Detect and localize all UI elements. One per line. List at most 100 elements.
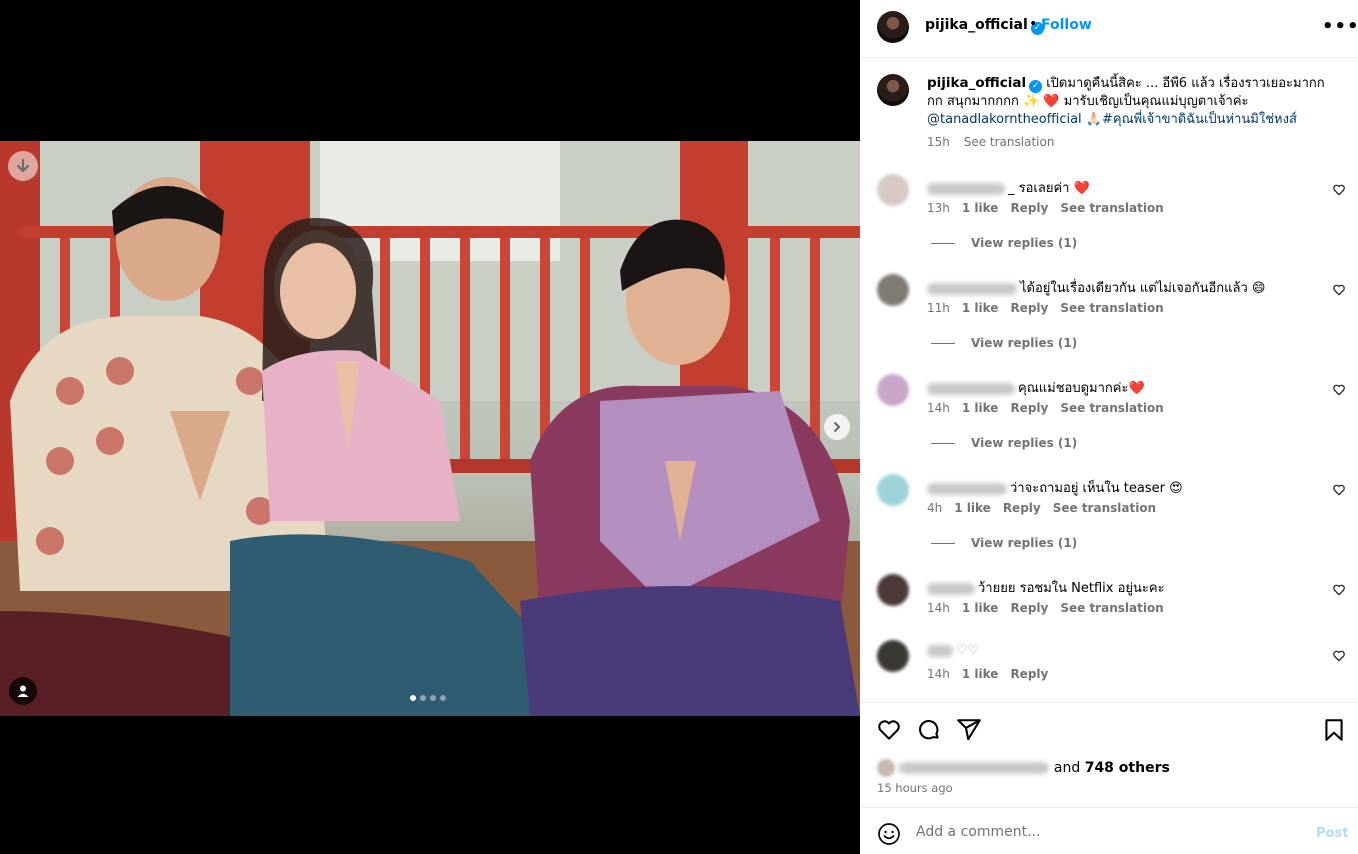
comment-likes[interactable]: 1 like: [962, 401, 999, 415]
commenter-username-blurred[interactable]: [927, 282, 1017, 295]
comment-likes[interactable]: 1 like: [962, 667, 999, 681]
author-username[interactable]: pijika_official ✓: [925, 17, 1044, 35]
share-paper-plane-icon[interactable]: [956, 717, 982, 743]
comment-meta: 14h 1 like Reply See translation: [927, 601, 1176, 615]
see-translation-button[interactable]: See translation: [1060, 601, 1163, 615]
comment-like-heart-icon[interactable]: [1332, 483, 1346, 497]
add-comment-bar: Post: [860, 807, 1358, 854]
tagged-users-button[interactable]: [9, 677, 37, 705]
view-replies-button[interactable]: View replies (1): [931, 236, 1077, 250]
likes-and-text: and: [1053, 760, 1081, 776]
post-header: pijika_official ✓ • Follow •••: [860, 0, 1358, 58]
reply-button[interactable]: Reply: [1010, 401, 1048, 415]
post-comment-button[interactable]: Post: [1316, 826, 1348, 841]
commenter-avatar[interactable]: [877, 574, 909, 606]
comment-body: _ รอเลยค่า ❤️: [927, 177, 1090, 198]
commenter-username-blurred[interactable]: [927, 482, 1007, 495]
caption-mention-link[interactable]: @tanadlakorntheofficial: [927, 112, 1082, 127]
post-detail-panel: pijika_official ✓ • Follow ••• pijika_off…: [860, 0, 1358, 854]
see-translation-button[interactable]: See translation: [1060, 301, 1163, 315]
comment-like-heart-icon[interactable]: [1332, 183, 1346, 197]
comment-text: ได้อยู่ในเรื่องเดียวกัน แต่ไม่เจอกันอีกแ…: [1020, 281, 1266, 296]
comment-body: ได้อยู่ในเรื่องเดียวกัน แต่ไม่เจอกันอีกแ…: [927, 277, 1265, 298]
comment-body: ว่าจะถามอยู่ เห็นใน teaser 😍: [927, 477, 1183, 498]
emoji-icon[interactable]: [877, 822, 901, 846]
comment-likes[interactable]: 1 like: [962, 601, 999, 615]
carousel-indicator: [410, 695, 446, 701]
see-translation-button[interactable]: See translation: [1053, 501, 1156, 515]
post-actions: and 748 others 15 hours ago: [860, 702, 1358, 822]
caption-meta: 15h See translation: [927, 135, 1064, 149]
likes-summary[interactable]: and 748 others: [877, 759, 1170, 777]
comment-text: คุณแม่ชอบดูมากค่ะ❤️: [1018, 381, 1145, 396]
comment-text: ว่าจะถามอยู่ เห็นใน teaser 😍: [1010, 481, 1183, 496]
comment-bubble-icon[interactable]: [916, 717, 942, 743]
caption-author-avatar[interactable]: [877, 74, 909, 106]
comment-like-heart-icon[interactable]: [1332, 383, 1346, 397]
download-arrow-icon: [16, 158, 30, 173]
more-options-icon[interactable]: •••: [1322, 16, 1358, 37]
author-username-text[interactable]: pijika_official: [925, 17, 1028, 33]
photo-illustration: [0, 141, 860, 716]
caption-hashtag-link[interactable]: #คุณพี่เจ้าขาดิฉันเป็นห่านมิใช่หงส์: [1102, 112, 1297, 127]
view-replies-button[interactable]: View replies (1): [931, 536, 1077, 550]
liker-avatar: [877, 759, 895, 777]
commenter-username-blurred[interactable]: [927, 182, 1005, 195]
commenter-username-blurred[interactable]: [927, 382, 1015, 395]
liker-names-blurred: [899, 762, 1050, 774]
comment-time: 14h: [927, 601, 950, 615]
caption-emoji: 🙏🏻: [1085, 112, 1102, 127]
post-photo[interactable]: [0, 141, 860, 716]
download-button[interactable]: [8, 151, 38, 181]
reply-button[interactable]: Reply: [1010, 667, 1048, 681]
see-translation-button[interactable]: See translation: [1060, 401, 1163, 415]
reply-button[interactable]: Reply: [1003, 501, 1041, 515]
reply-button[interactable]: Reply: [1010, 601, 1048, 615]
comment-time: 11h: [927, 301, 950, 315]
chevron-right-icon: [834, 422, 841, 432]
comment-time: 14h: [927, 401, 950, 415]
next-slide-button[interactable]: [824, 414, 850, 440]
verified-badge-icon: ✓: [1029, 79, 1043, 93]
comment-like-heart-icon[interactable]: [1332, 649, 1346, 663]
author-avatar[interactable]: [877, 11, 909, 43]
commenter-avatar[interactable]: [877, 274, 909, 306]
commenter-avatar[interactable]: [877, 374, 909, 406]
commenter-avatar[interactable]: [877, 174, 909, 206]
carousel-dot: [430, 695, 436, 701]
like-heart-icon[interactable]: [876, 717, 902, 743]
comment-time: 13h: [927, 201, 950, 215]
comment-text: ♡♡: [956, 643, 980, 658]
likes-count[interactable]: 748 others: [1085, 760, 1170, 776]
view-replies-button[interactable]: View replies (1): [931, 436, 1077, 450]
see-translation-button[interactable]: See translation: [1060, 201, 1163, 215]
separator-dot: •: [1029, 16, 1038, 32]
save-bookmark-icon[interactable]: [1321, 717, 1347, 743]
comment-likes[interactable]: 1 like: [962, 201, 999, 215]
comment-likes[interactable]: 1 like: [954, 501, 991, 515]
comment-meta: 13h 1 like Reply See translation: [927, 201, 1176, 215]
comment-meta: 14h 1 like Reply See translation: [927, 401, 1176, 415]
view-replies-button[interactable]: View replies (1): [931, 336, 1077, 350]
caption-see-translation[interactable]: See translation: [964, 135, 1055, 149]
comment-likes[interactable]: 1 like: [962, 301, 999, 315]
caption-username[interactable]: pijika_official: [927, 75, 1026, 91]
comment-input[interactable]: [916, 820, 1296, 844]
comment-row: คุณแม่ชอบดูมากค่ะ❤️ 14h 1 like Reply See tra…: [860, 371, 1358, 450]
comment-body: ว้ายยย รอชมใน Netflix อยู่นะคะ: [927, 577, 1165, 598]
caption-time: 15h: [927, 135, 950, 149]
carousel-dot: [420, 695, 426, 701]
comment-meta: 4h 1 like Reply See translation: [927, 501, 1168, 515]
comment-meta: 11h 1 like Reply See translation: [927, 301, 1176, 315]
commenter-username-blurred[interactable]: [927, 644, 953, 657]
commenter-username-blurred[interactable]: [927, 582, 975, 595]
comment-time: 14h: [927, 667, 950, 681]
commenter-avatar[interactable]: [877, 474, 909, 506]
follow-button[interactable]: Follow: [1041, 17, 1092, 33]
commenter-avatar[interactable]: [877, 640, 909, 672]
user-tag-icon: [17, 685, 29, 697]
comment-like-heart-icon[interactable]: [1332, 583, 1346, 597]
reply-button[interactable]: Reply: [1010, 201, 1048, 215]
reply-button[interactable]: Reply: [1010, 301, 1048, 315]
comment-like-heart-icon[interactable]: [1332, 283, 1346, 297]
